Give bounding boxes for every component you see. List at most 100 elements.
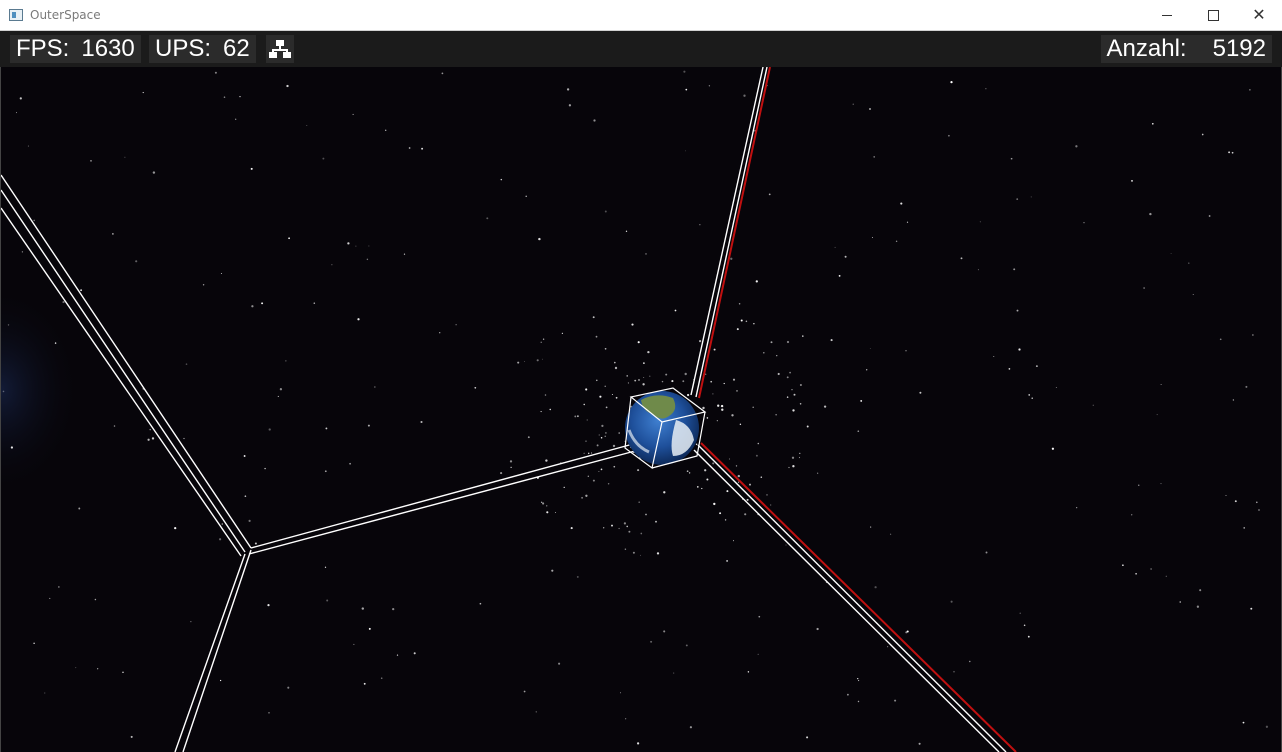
star — [638, 501, 641, 504]
star — [977, 269, 979, 271]
space-viewport[interactable] — [0, 31, 1282, 752]
star — [421, 147, 424, 150]
star — [16, 112, 17, 114]
star — [357, 318, 360, 321]
star — [185, 363, 188, 365]
particle — [600, 436, 603, 439]
star — [538, 237, 541, 241]
star — [689, 726, 693, 729]
star — [792, 465, 795, 468]
star — [367, 424, 370, 427]
star — [919, 391, 922, 394]
star — [349, 462, 351, 465]
particle — [775, 414, 777, 416]
particle — [577, 415, 579, 418]
star — [900, 202, 903, 205]
star — [277, 395, 279, 397]
star — [27, 145, 29, 147]
particle — [615, 396, 618, 399]
star — [235, 118, 237, 120]
star — [474, 386, 477, 389]
star — [122, 671, 124, 673]
star — [1219, 338, 1222, 341]
maximize-button[interactable] — [1190, 0, 1236, 30]
star — [1018, 348, 1021, 351]
particle — [510, 466, 512, 468]
particle — [786, 376, 789, 379]
star — [918, 742, 921, 745]
star — [625, 718, 627, 720]
star — [500, 178, 503, 181]
object-count: Anzahl: 5192 — [1100, 35, 1272, 63]
star — [479, 602, 482, 605]
star — [1188, 262, 1190, 264]
close-button[interactable]: ✕ — [1236, 0, 1282, 30]
particle — [776, 355, 778, 357]
particle — [596, 379, 598, 382]
network-button[interactable] — [266, 35, 294, 63]
ups-counter: UPS: 62 — [149, 35, 256, 63]
minimize-button[interactable] — [1144, 0, 1190, 30]
star — [523, 690, 526, 693]
star — [279, 388, 283, 391]
star — [267, 604, 270, 607]
star — [802, 335, 804, 337]
star — [785, 544, 787, 546]
particle — [587, 475, 589, 477]
star — [541, 358, 543, 360]
particle — [618, 432, 621, 434]
star — [264, 467, 266, 470]
particle — [570, 527, 573, 530]
particle — [592, 479, 595, 482]
star — [324, 566, 327, 568]
particle — [509, 460, 513, 463]
particle — [712, 393, 714, 395]
particle — [702, 406, 705, 410]
particle — [614, 366, 618, 370]
star — [847, 693, 849, 696]
star — [1228, 151, 1231, 154]
star — [683, 70, 686, 73]
star — [730, 257, 733, 260]
particle — [791, 389, 793, 391]
star — [94, 598, 97, 601]
nebula-glow — [1, 260, 201, 520]
particle — [799, 383, 802, 387]
star — [112, 233, 114, 235]
particle — [603, 527, 605, 529]
star — [536, 359, 539, 362]
star — [33, 219, 35, 222]
star — [1234, 500, 1237, 503]
star — [221, 523, 224, 525]
star — [1122, 564, 1124, 567]
star — [747, 671, 750, 673]
star — [254, 542, 257, 545]
star — [889, 533, 892, 535]
star — [979, 221, 981, 223]
particle — [546, 511, 549, 514]
particle — [656, 552, 660, 555]
particle — [757, 442, 760, 445]
particle — [719, 512, 722, 515]
star — [793, 393, 796, 396]
star — [149, 428, 151, 431]
particle — [647, 350, 650, 354]
particle — [604, 347, 607, 350]
star — [568, 104, 572, 107]
space-scene — [1, 31, 1281, 752]
particle — [611, 524, 613, 527]
star — [758, 615, 761, 618]
star — [392, 607, 395, 611]
star — [993, 356, 995, 357]
star — [640, 532, 643, 535]
star — [21, 251, 24, 253]
particle — [695, 443, 698, 446]
title-bar[interactable]: OuterSpace ✕ — [0, 0, 1282, 31]
star — [685, 644, 688, 647]
star — [248, 519, 251, 522]
particle — [598, 434, 600, 436]
particle — [740, 319, 743, 322]
fps-value: 1630 — [81, 35, 135, 62]
star — [1208, 215, 1211, 217]
count-value: 5192 — [1212, 35, 1266, 62]
